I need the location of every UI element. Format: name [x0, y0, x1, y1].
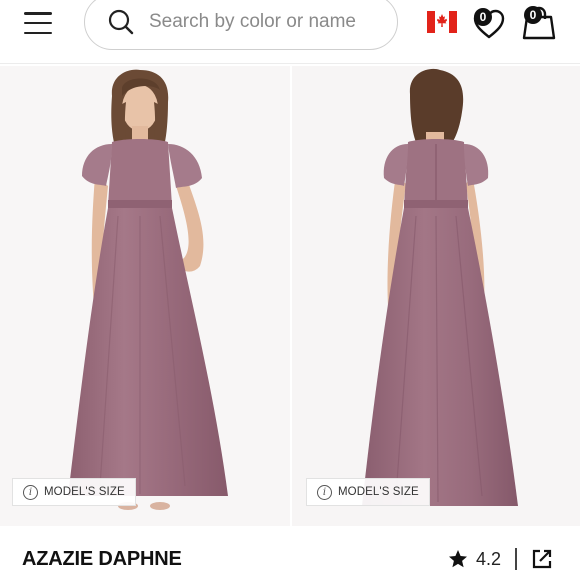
menu-button[interactable] — [24, 10, 54, 36]
search-bar[interactable] — [84, 0, 398, 50]
product-image-back[interactable]: i MODEL'S SIZE — [292, 66, 580, 526]
info-icon: i — [317, 484, 332, 500]
dress-front-illustration — [68, 69, 228, 510]
cart-count-badge: 0 — [524, 6, 542, 24]
hamburger-line — [24, 31, 52, 34]
model-size-button[interactable]: i MODEL'S SIZE — [306, 478, 430, 506]
canada-flag-icon[interactable] — [427, 11, 457, 33]
product-image-front[interactable]: i MODEL'S SIZE — [0, 66, 290, 526]
divider — [515, 548, 517, 570]
model-size-label: MODEL'S SIZE — [338, 486, 419, 498]
hamburger-line — [24, 12, 52, 15]
cart-button[interactable]: 0 — [520, 4, 558, 40]
info-icon: i — [23, 484, 38, 500]
rating-section: 4.2 — [448, 548, 553, 570]
search-input[interactable] — [149, 11, 379, 33]
wishlist-button[interactable]: 0 — [470, 6, 508, 40]
search-icon — [108, 9, 134, 35]
model-size-button[interactable]: i MODEL'S SIZE — [12, 478, 136, 506]
star-icon — [449, 550, 467, 568]
hamburger-line — [24, 21, 52, 25]
product-title: AZAZIE DAPHNE — [22, 548, 182, 570]
wishlist-count-badge: 0 — [474, 8, 492, 26]
rating-value: 4.2 — [476, 548, 502, 569]
product-page: 0 0 — [0, 0, 580, 580]
share-icon[interactable] — [531, 548, 553, 570]
model-size-label: MODEL'S SIZE — [44, 486, 125, 498]
top-header: 0 0 — [0, 0, 580, 64]
dress-back-illustration — [362, 68, 518, 506]
